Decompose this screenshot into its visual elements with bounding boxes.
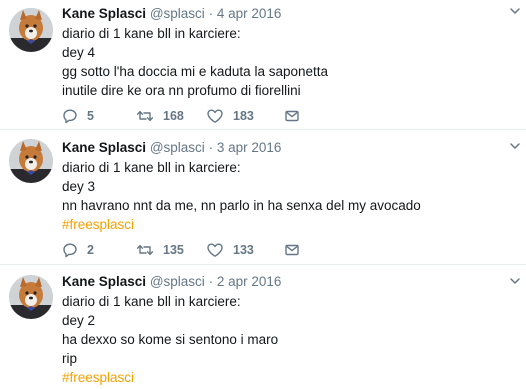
tweet-actions: 5 168 183	[62, 106, 362, 126]
tweet-line: ha dexxo so kome si sentono i maro	[62, 332, 279, 347]
tweet-line: nn havrano nnt da me, nn parlo in ha sen…	[62, 198, 421, 213]
tweet-actions: 2 135 133	[62, 240, 362, 260]
display-name[interactable]: Kane Splasci	[62, 140, 146, 155]
avatar[interactable]	[9, 8, 53, 52]
tweet-line: inutile dire ke ora nn profumo di fiorel…	[62, 83, 301, 98]
separator-dot: ·	[208, 140, 214, 155]
separator-dot: ·	[208, 6, 214, 21]
avatar[interactable]	[9, 139, 53, 183]
reply-button[interactable]: 2	[62, 240, 94, 260]
retweet-icon	[136, 110, 154, 122]
user-handle[interactable]: @splasci	[150, 6, 205, 21]
tweet-date[interactable]: 2 apr 2016	[217, 274, 282, 289]
hashtag-link[interactable]: #freesplasci	[62, 368, 516, 387]
heart-icon	[207, 243, 223, 257]
dog-avatar-icon	[9, 275, 53, 319]
tweet[interactable]: Kane Splasci @splasci · 4 apr 2016 diari…	[0, 0, 526, 130]
tweet-line: dey 3	[62, 179, 96, 194]
user-handle[interactable]: @splasci	[150, 140, 205, 155]
dog-avatar-icon	[9, 139, 53, 183]
avatar[interactable]	[9, 275, 53, 319]
like-button[interactable]: 183	[206, 106, 254, 126]
dog-avatar-icon	[9, 8, 53, 52]
like-button[interactable]: 133	[206, 240, 254, 260]
retweet-count: 135	[163, 243, 184, 257]
retweet-button[interactable]: 168	[136, 106, 184, 126]
direct-message-button[interactable]	[284, 240, 300, 260]
tweet-text: diario di 1 kane bll in karciere: dey 2 …	[62, 292, 516, 387]
tweet-line: gg sotto l'ha doccia mi e kaduta la sapo…	[62, 64, 328, 79]
tweet-line: diario di 1 kane bll in karciere:	[62, 160, 241, 175]
tweet-date[interactable]: 4 apr 2016	[217, 6, 282, 21]
tweet-date[interactable]: 3 apr 2016	[217, 140, 282, 155]
tweet-text: diario di 1 kane bll in karciere: dey 3 …	[62, 158, 516, 234]
reply-count: 5	[87, 109, 94, 123]
hashtag-link[interactable]: #freesplasci	[62, 215, 516, 234]
tweet-line: diario di 1 kane bll in karciere:	[62, 26, 241, 41]
display-name[interactable]: Kane Splasci	[62, 6, 146, 21]
direct-message-icon	[285, 110, 299, 122]
reply-count: 2	[87, 243, 94, 257]
tweet-line: diario di 1 kane bll in karciere:	[62, 294, 241, 309]
chevron-down-icon[interactable]	[508, 139, 522, 153]
retweet-icon	[136, 244, 154, 256]
tweet-line: rip	[62, 351, 78, 366]
tweet-text: diario di 1 kane bll in karciere: dey 4 …	[62, 24, 516, 100]
heart-icon	[207, 109, 223, 123]
tweet-header: Kane Splasci @splasci · 2 apr 2016	[62, 272, 516, 292]
reply-icon	[63, 109, 77, 124]
tweet[interactable]: Kane Splasci @splasci · 2 apr 2016 diari…	[0, 265, 526, 389]
separator-dot: ·	[208, 274, 214, 289]
tweet[interactable]: Kane Splasci @splasci · 3 apr 2016 diari…	[0, 130, 526, 265]
like-count: 183	[233, 109, 254, 123]
user-handle[interactable]: @splasci	[150, 274, 205, 289]
tweet-feed: Kane Splasci @splasci · 4 apr 2016 diari…	[0, 0, 526, 389]
display-name[interactable]: Kane Splasci	[62, 274, 146, 289]
chevron-down-icon[interactable]	[508, 274, 522, 288]
retweet-button[interactable]: 135	[136, 240, 184, 260]
tweet-line: dey 2	[62, 313, 96, 328]
like-count: 133	[233, 243, 254, 257]
reply-icon	[63, 243, 77, 258]
retweet-count: 168	[163, 109, 184, 123]
direct-message-icon	[285, 244, 299, 256]
tweet-header: Kane Splasci @splasci · 4 apr 2016	[62, 4, 516, 24]
chevron-down-icon[interactable]	[508, 4, 522, 18]
reply-button[interactable]: 5	[62, 106, 94, 126]
tweet-line: dey 4	[62, 45, 96, 60]
direct-message-button[interactable]	[284, 106, 300, 126]
tweet-header: Kane Splasci @splasci · 3 apr 2016	[62, 138, 516, 158]
